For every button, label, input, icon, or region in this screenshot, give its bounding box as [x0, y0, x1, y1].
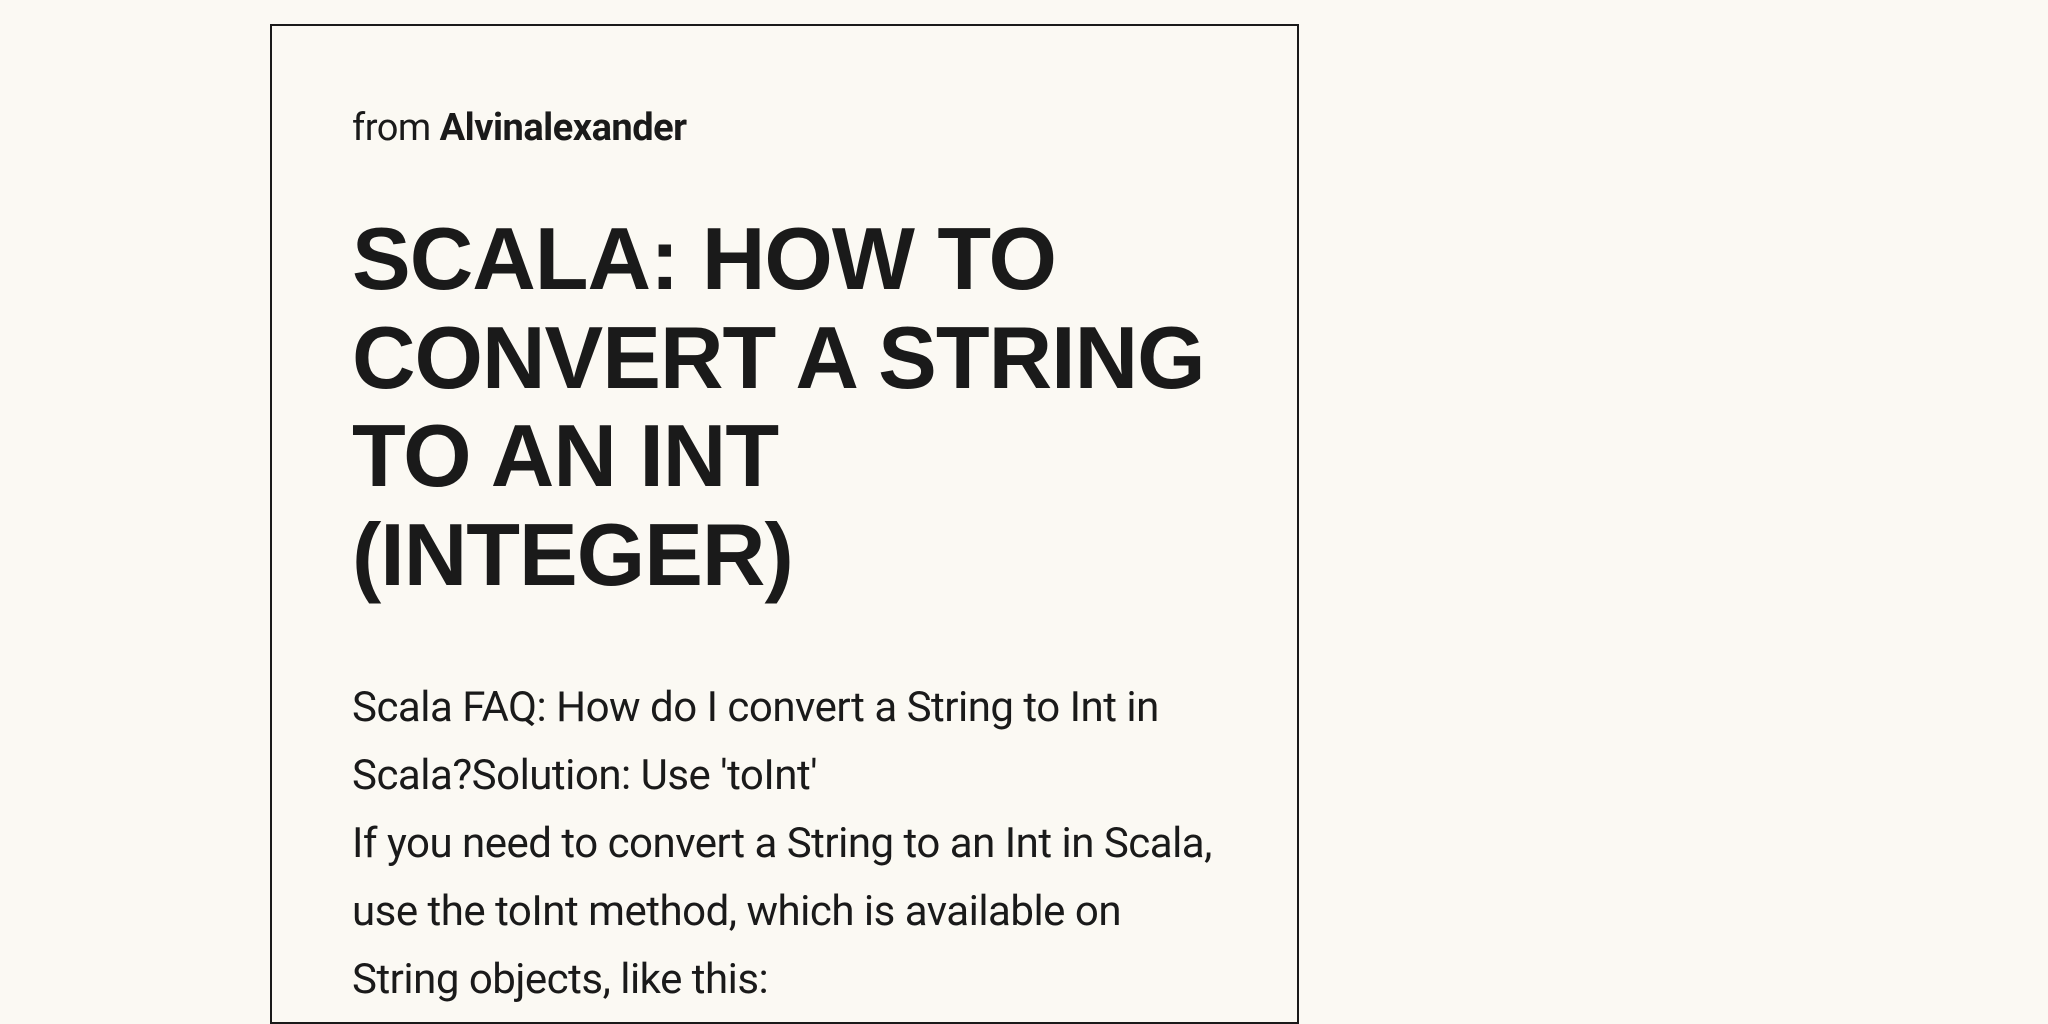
source-line: from Alvinalexander — [352, 106, 1217, 150]
article-body: Scala FAQ: How do I convert a String to … — [352, 674, 1217, 1014]
article-title: SCALA: HOW TO CONVERT A STRING TO AN INT… — [352, 210, 1217, 604]
from-label: from — [352, 106, 440, 150]
body-paragraph-1: Scala FAQ: How do I convert a String to … — [352, 674, 1217, 810]
article-container: from Alvinalexander SCALA: HOW TO CONVER… — [270, 24, 1299, 1024]
author-name: Alvinalexander — [440, 106, 687, 150]
body-paragraph-2: If you need to convert a String to an In… — [352, 810, 1217, 1014]
